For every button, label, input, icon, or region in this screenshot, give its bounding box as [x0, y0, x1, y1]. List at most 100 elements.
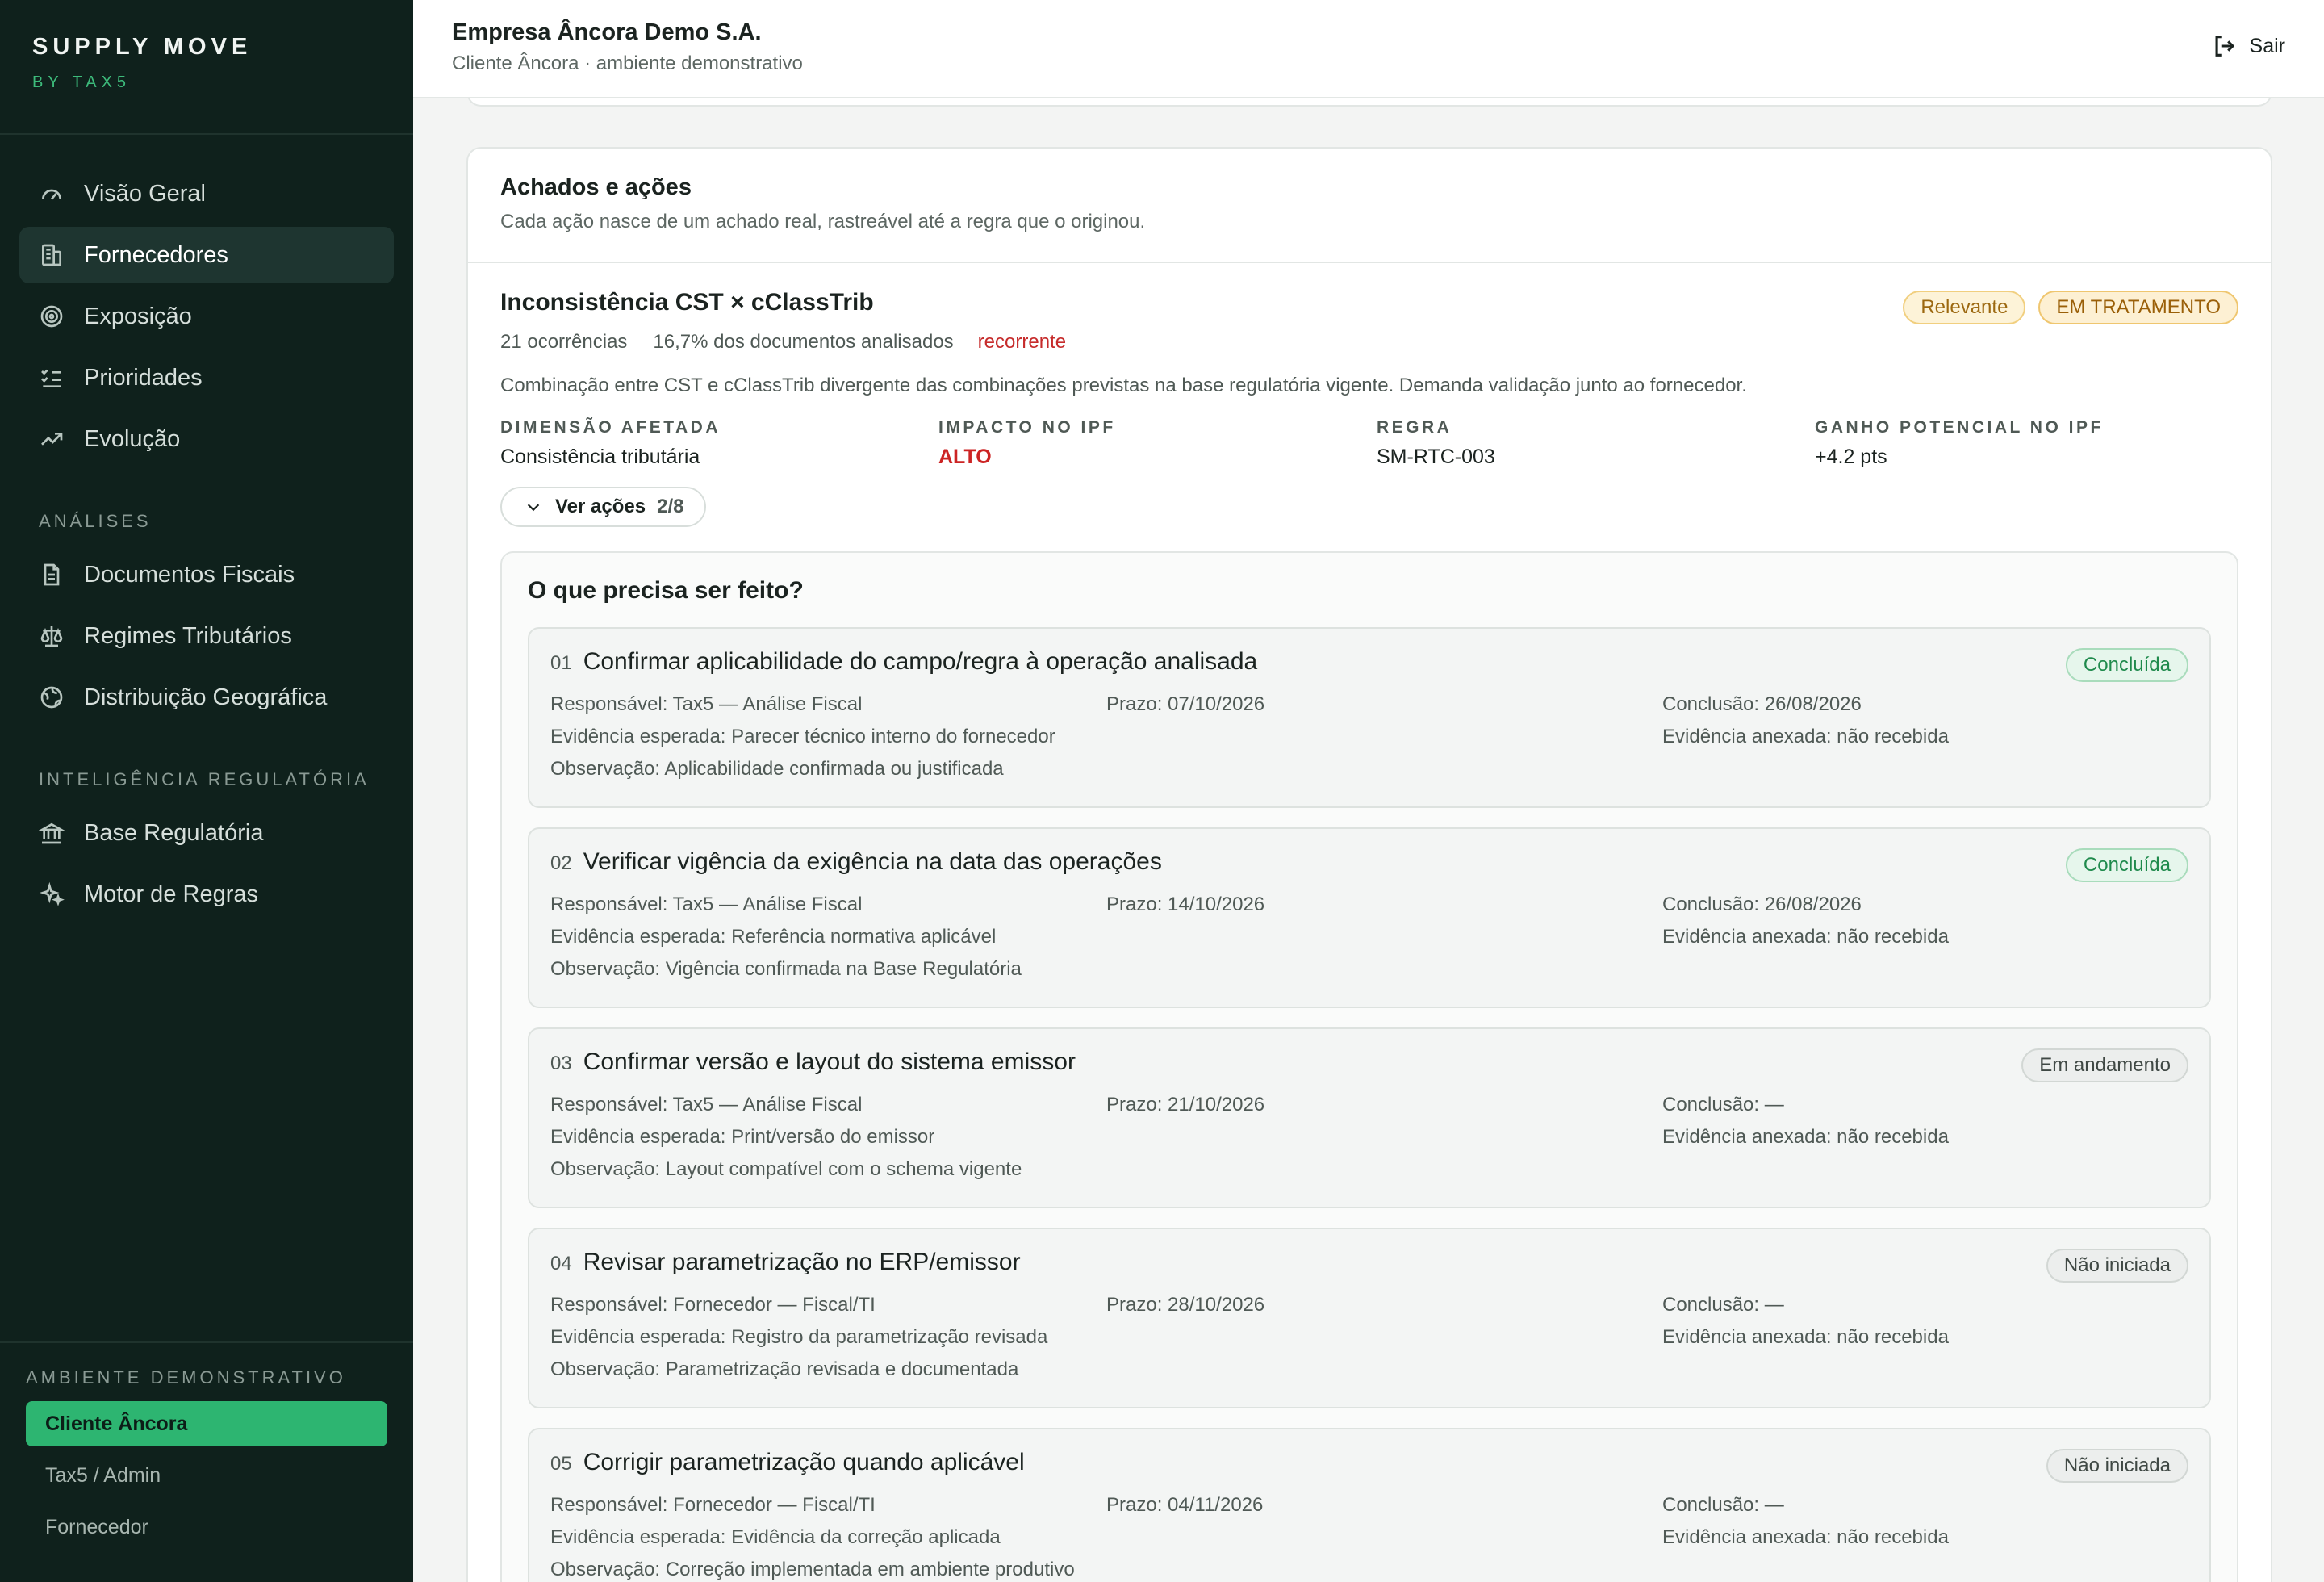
dimension-label: DIMENSÃO AFETADA [500, 418, 721, 437]
nav-section-inteligencia: INTELIGÊNCIA REGULATÓRIA [39, 769, 370, 789]
action-title: Corrigir parametrização quando aplicável [583, 1449, 1025, 1475]
action-title: Confirmar versão e layout do sistema emi… [583, 1048, 1076, 1075]
finding-badges: Relevante EM TRATAMENTO [1903, 291, 2238, 324]
action-deadline: Prazo: 07/10/2026 [1106, 693, 1265, 715]
action-attached-evidence: Evidência anexada: não recebida [1662, 1526, 1949, 1548]
action-attached-evidence: Evidência anexada: não recebida [1662, 926, 1949, 948]
actions-count: 2/8 [657, 496, 684, 517]
dimension-value: Consistência tributária [500, 446, 700, 468]
sidebar-item-regimes-tributarios[interactable]: Regimes Tributários [19, 608, 394, 664]
action-observation: Observação: Correção implementada em amb… [550, 1559, 1075, 1580]
sidebar-item-fornecedores[interactable]: Fornecedores [19, 227, 394, 283]
sidebar-item-exposicao[interactable]: Exposição [19, 288, 394, 345]
action-conclusion: Conclusão: — [1662, 1294, 1784, 1316]
relevance-badge: Relevante [1903, 291, 2026, 324]
dimension-label: IMPACTO NO IPF [938, 418, 1116, 437]
main-nav: Visão Geral Fornecedores Exposição Prior… [0, 135, 413, 923]
landmark-icon [37, 820, 66, 846]
env-item-fornecedor[interactable]: Fornecedor [26, 1505, 387, 1550]
sidebar-item-documentos-fiscais[interactable]: Documentos Fiscais [19, 546, 394, 603]
action-item[interactable]: 02 Verificar vigência da exigência na da… [528, 827, 2211, 1008]
action-item[interactable]: 05 Corrigir parametrização quando aplicá… [528, 1428, 2211, 1582]
sidebar: SUPPLY MOVE BY TAX5 Visão Geral Forneced… [0, 0, 413, 1582]
action-item[interactable]: 04 Revisar parametrização no ERP/emissor… [528, 1228, 2211, 1408]
action-status-badge: Não iniciada [2046, 1449, 2188, 1483]
environment-switcher: AMBIENTE DEMONSTRATIVO Cliente Âncora Ta… [0, 1341, 413, 1582]
actions-panel: O que precisa ser feito? 01 Confirmar ap… [500, 551, 2238, 1582]
dimension-value: +4.2 pts [1815, 446, 1887, 468]
action-title: Revisar parametrização no ERP/emissor [583, 1249, 1021, 1275]
brand-title: SUPPLY MOVE [32, 34, 253, 60]
action-number: 02 [550, 852, 572, 874]
sidebar-item-label: Exposição [84, 303, 192, 329]
action-conclusion: Conclusão: 26/08/2026 [1662, 693, 1862, 715]
action-title: Verificar vigência da exigência na data … [583, 848, 1162, 875]
sidebar-item-prioridades[interactable]: Prioridades [19, 349, 394, 406]
action-number: 05 [550, 1453, 572, 1475]
action-status-badge: Não iniciada [2046, 1249, 2188, 1283]
action-deadline: Prazo: 21/10/2026 [1106, 1094, 1265, 1115]
globe-icon [39, 684, 65, 710]
action-responsible: Responsável: Tax5 — Análise Fiscal [550, 894, 863, 915]
list-checks-icon [39, 365, 65, 391]
company-subtitle: Cliente Âncora · ambiente demonstrativo [452, 52, 803, 74]
dimension-impact: IMPACTO NO IPF ALTO [938, 418, 1377, 469]
scale-icon [39, 623, 65, 649]
occurrences-count: 21 ocorrências [500, 331, 628, 353]
nav-section-analises: ANÁLISES [39, 511, 152, 531]
action-deadline: Prazo: 04/11/2026 [1106, 1494, 1264, 1516]
finding-meta: 21 ocorrências 16,7% dos documentos anal… [500, 331, 2238, 354]
sidebar-item-label: Motor de Regras [84, 881, 258, 907]
gauge-icon [39, 181, 65, 207]
logout-label: Sair [2249, 34, 2285, 57]
logout-button[interactable]: Sair [2211, 32, 2285, 60]
sidebar-item-label: Base Regulatória [84, 819, 264, 846]
action-observation: Observação: Layout compatível com o sche… [550, 1158, 1022, 1180]
env-item-tax5-admin[interactable]: Tax5 / Admin [26, 1453, 387, 1498]
dimension-label: GANHO POTENCIAL NO IPF [1815, 418, 2104, 437]
dimension-label: REGRA [1377, 418, 1452, 437]
sidebar-item-label: Visão Geral [84, 180, 206, 207]
action-responsible: Responsável: Tax5 — Análise Fiscal [550, 693, 863, 715]
sidebar-item-base-regulatoria[interactable]: Base Regulatória [19, 805, 394, 861]
action-item[interactable]: 03 Confirmar versão e layout do sistema … [528, 1027, 2211, 1208]
action-deadline: Prazo: 28/10/2026 [1106, 1294, 1265, 1316]
action-expected-evidence: Evidência esperada: Parecer técnico inte… [550, 726, 1055, 747]
action-expected-evidence: Evidência esperada: Print/versão do emis… [550, 1126, 935, 1148]
env-item-cliente-ancora[interactable]: Cliente Âncora [26, 1401, 387, 1446]
action-number: 03 [550, 1053, 572, 1074]
action-responsible: Responsável: Tax5 — Análise Fiscal [550, 1094, 863, 1115]
findings-card-subtitle: Cada ação nasce de um achado real, rastr… [500, 211, 1146, 232]
chevron-down-icon [527, 504, 540, 512]
action-observation: Observação: Vigência confirmada na Base … [550, 958, 1022, 980]
documents-share: 16,7% dos documentos analisados [653, 331, 954, 353]
action-observation: Observação: Aplicabilidade confirmada ou… [550, 758, 1004, 780]
trending-up-icon [39, 426, 65, 452]
findings-card-header: Achados e ações Cada ação nasce de um ac… [468, 149, 2271, 263]
environment-title: AMBIENTE DEMONSTRATIVO [26, 1367, 346, 1387]
sparkles-icon [39, 881, 65, 907]
sidebar-item-evolucao[interactable]: Evolução [19, 411, 394, 467]
sidebar-item-label: Evolução [84, 425, 181, 452]
sidebar-item-visao-geral[interactable]: Visão Geral [19, 165, 394, 222]
action-responsible: Responsável: Fornecedor — Fiscal/TI [550, 1294, 876, 1316]
action-expected-evidence: Evidência esperada: Referência normativa… [550, 926, 997, 948]
sidebar-item-label: Fornecedores [84, 241, 228, 268]
target-icon [39, 303, 65, 329]
action-number: 04 [550, 1253, 572, 1274]
sidebar-item-motor-de-regras[interactable]: Motor de Regras [19, 866, 394, 923]
action-number: 01 [550, 652, 572, 674]
company-name: Empresa Âncora Demo S.A. [452, 19, 762, 45]
action-item[interactable]: 01 Confirmar aplicabilidade do campo/reg… [528, 627, 2211, 808]
building-icon [39, 242, 65, 268]
recurrence-tag: recorrente [977, 331, 1067, 353]
action-status-badge: Concluída [2065, 648, 2188, 682]
toggle-actions-button[interactable]: Ver ações 2/8 [500, 487, 707, 527]
action-title: Confirmar aplicabilidade do campo/regra … [583, 648, 1258, 675]
dimension-affected: DIMENSÃO AFETADA Consistência tributária [500, 418, 938, 469]
sidebar-item-distribuicao-geografica[interactable]: Distribuição Geográfica [19, 669, 394, 726]
action-expected-evidence: Evidência esperada: Registro da parametr… [550, 1326, 1048, 1348]
status-badge: EM TRATAMENTO [2038, 291, 2238, 324]
brand-subtitle: BY TAX5 [32, 73, 132, 91]
toggle-actions-label: Ver ações [555, 496, 646, 517]
